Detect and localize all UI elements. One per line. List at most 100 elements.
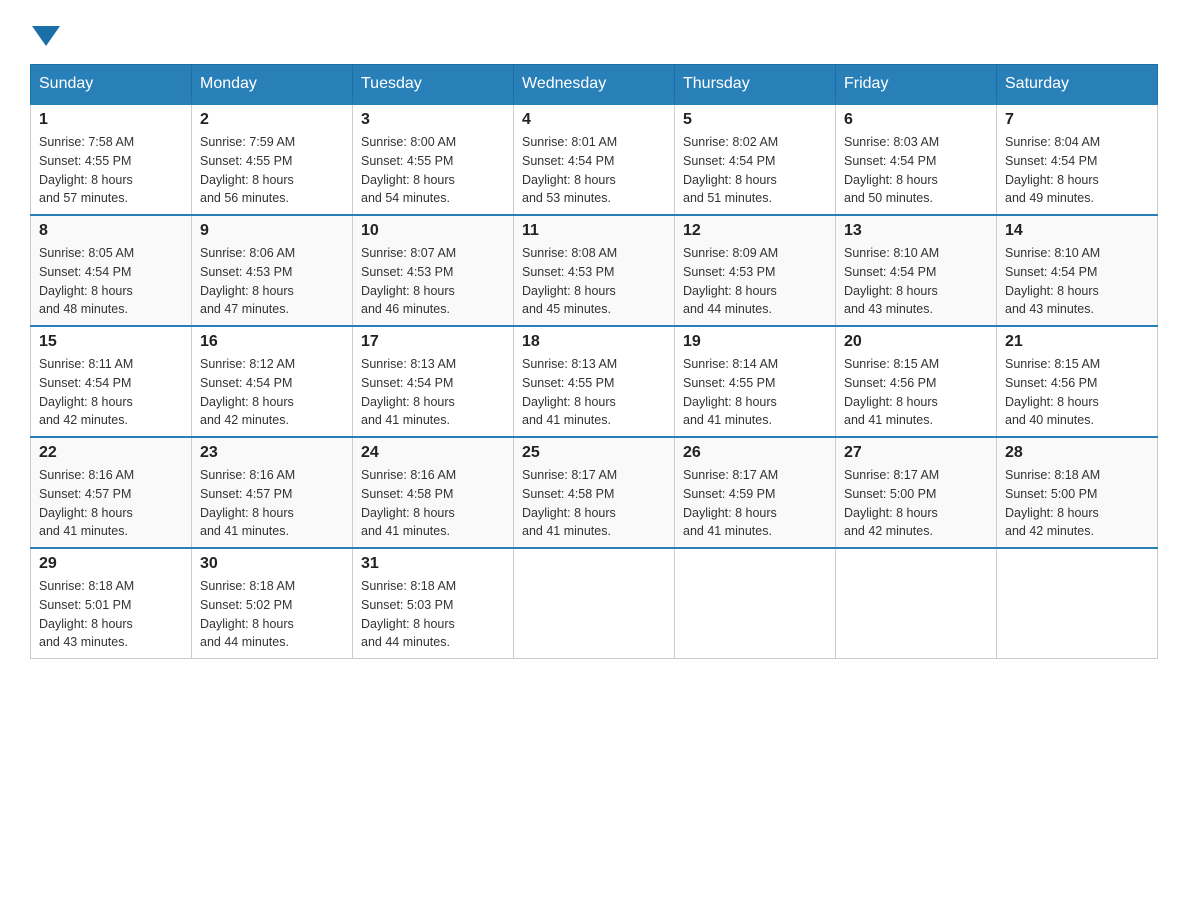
calendar-cell: 31 Sunrise: 8:18 AMSunset: 5:03 PMDaylig… <box>353 548 514 659</box>
day-info: Sunrise: 8:18 AMSunset: 5:01 PMDaylight:… <box>39 579 134 649</box>
page-header <box>30 20 1158 44</box>
calendar-cell: 28 Sunrise: 8:18 AMSunset: 5:00 PMDaylig… <box>997 437 1158 548</box>
day-info: Sunrise: 8:11 AMSunset: 4:54 PMDaylight:… <box>39 357 133 427</box>
day-number: 30 <box>200 555 344 573</box>
calendar-cell: 1 Sunrise: 7:58 AMSunset: 4:55 PMDayligh… <box>31 104 192 215</box>
day-info: Sunrise: 8:15 AMSunset: 4:56 PMDaylight:… <box>844 357 939 427</box>
day-number: 19 <box>683 333 827 351</box>
calendar-cell: 16 Sunrise: 8:12 AMSunset: 4:54 PMDaylig… <box>192 326 353 437</box>
day-header-sunday: Sunday <box>31 65 192 105</box>
day-number: 24 <box>361 444 505 462</box>
calendar-cell: 19 Sunrise: 8:14 AMSunset: 4:55 PMDaylig… <box>675 326 836 437</box>
day-number: 4 <box>522 111 666 129</box>
week-row-4: 22 Sunrise: 8:16 AMSunset: 4:57 PMDaylig… <box>31 437 1158 548</box>
day-number: 31 <box>361 555 505 573</box>
day-number: 18 <box>522 333 666 351</box>
day-header-wednesday: Wednesday <box>514 65 675 105</box>
week-row-1: 1 Sunrise: 7:58 AMSunset: 4:55 PMDayligh… <box>31 104 1158 215</box>
day-number: 13 <box>844 222 988 240</box>
day-number: 8 <box>39 222 183 240</box>
day-number: 27 <box>844 444 988 462</box>
calendar-cell: 30 Sunrise: 8:18 AMSunset: 5:02 PMDaylig… <box>192 548 353 659</box>
day-info: Sunrise: 8:03 AMSunset: 4:54 PMDaylight:… <box>844 135 939 205</box>
calendar-cell: 17 Sunrise: 8:13 AMSunset: 4:54 PMDaylig… <box>353 326 514 437</box>
week-row-2: 8 Sunrise: 8:05 AMSunset: 4:54 PMDayligh… <box>31 215 1158 326</box>
day-info: Sunrise: 8:02 AMSunset: 4:54 PMDaylight:… <box>683 135 778 205</box>
day-info: Sunrise: 8:04 AMSunset: 4:54 PMDaylight:… <box>1005 135 1100 205</box>
day-number: 2 <box>200 111 344 129</box>
day-number: 14 <box>1005 222 1149 240</box>
day-number: 26 <box>683 444 827 462</box>
day-number: 12 <box>683 222 827 240</box>
day-number: 7 <box>1005 111 1149 129</box>
calendar-cell: 22 Sunrise: 8:16 AMSunset: 4:57 PMDaylig… <box>31 437 192 548</box>
calendar-cell: 23 Sunrise: 8:16 AMSunset: 4:57 PMDaylig… <box>192 437 353 548</box>
calendar-cell <box>514 548 675 659</box>
day-number: 11 <box>522 222 666 240</box>
calendar-cell <box>675 548 836 659</box>
day-number: 16 <box>200 333 344 351</box>
day-header-friday: Friday <box>836 65 997 105</box>
day-info: Sunrise: 8:09 AMSunset: 4:53 PMDaylight:… <box>683 246 778 316</box>
day-info: Sunrise: 8:17 AMSunset: 4:58 PMDaylight:… <box>522 468 617 538</box>
calendar-cell: 11 Sunrise: 8:08 AMSunset: 4:53 PMDaylig… <box>514 215 675 326</box>
day-header-tuesday: Tuesday <box>353 65 514 105</box>
day-info: Sunrise: 8:13 AMSunset: 4:54 PMDaylight:… <box>361 357 456 427</box>
day-info: Sunrise: 8:16 AMSunset: 4:57 PMDaylight:… <box>39 468 134 538</box>
calendar-cell: 13 Sunrise: 8:10 AMSunset: 4:54 PMDaylig… <box>836 215 997 326</box>
day-info: Sunrise: 8:18 AMSunset: 5:00 PMDaylight:… <box>1005 468 1100 538</box>
day-info: Sunrise: 8:08 AMSunset: 4:53 PMDaylight:… <box>522 246 617 316</box>
week-row-5: 29 Sunrise: 8:18 AMSunset: 5:01 PMDaylig… <box>31 548 1158 659</box>
day-number: 15 <box>39 333 183 351</box>
calendar-cell: 25 Sunrise: 8:17 AMSunset: 4:58 PMDaylig… <box>514 437 675 548</box>
day-header-monday: Monday <box>192 65 353 105</box>
calendar-cell: 5 Sunrise: 8:02 AMSunset: 4:54 PMDayligh… <box>675 104 836 215</box>
calendar-cell: 12 Sunrise: 8:09 AMSunset: 4:53 PMDaylig… <box>675 215 836 326</box>
day-number: 3 <box>361 111 505 129</box>
day-number: 5 <box>683 111 827 129</box>
calendar-cell: 20 Sunrise: 8:15 AMSunset: 4:56 PMDaylig… <box>836 326 997 437</box>
calendar-table: SundayMondayTuesdayWednesdayThursdayFrid… <box>30 64 1158 659</box>
day-info: Sunrise: 8:18 AMSunset: 5:02 PMDaylight:… <box>200 579 295 649</box>
day-info: Sunrise: 8:15 AMSunset: 4:56 PMDaylight:… <box>1005 357 1100 427</box>
calendar-cell: 15 Sunrise: 8:11 AMSunset: 4:54 PMDaylig… <box>31 326 192 437</box>
day-header-saturday: Saturday <box>997 65 1158 105</box>
calendar-cell: 18 Sunrise: 8:13 AMSunset: 4:55 PMDaylig… <box>514 326 675 437</box>
day-info: Sunrise: 8:16 AMSunset: 4:57 PMDaylight:… <box>200 468 295 538</box>
day-info: Sunrise: 8:05 AMSunset: 4:54 PMDaylight:… <box>39 246 134 316</box>
calendar-cell: 27 Sunrise: 8:17 AMSunset: 5:00 PMDaylig… <box>836 437 997 548</box>
day-number: 9 <box>200 222 344 240</box>
day-info: Sunrise: 8:13 AMSunset: 4:55 PMDaylight:… <box>522 357 617 427</box>
calendar-cell: 21 Sunrise: 8:15 AMSunset: 4:56 PMDaylig… <box>997 326 1158 437</box>
day-info: Sunrise: 8:17 AMSunset: 4:59 PMDaylight:… <box>683 468 778 538</box>
day-info: Sunrise: 8:17 AMSunset: 5:00 PMDaylight:… <box>844 468 939 538</box>
day-number: 20 <box>844 333 988 351</box>
calendar-cell: 29 Sunrise: 8:18 AMSunset: 5:01 PMDaylig… <box>31 548 192 659</box>
calendar-cell: 26 Sunrise: 8:17 AMSunset: 4:59 PMDaylig… <box>675 437 836 548</box>
calendar-cell: 9 Sunrise: 8:06 AMSunset: 4:53 PMDayligh… <box>192 215 353 326</box>
logo <box>30 20 60 44</box>
calendar-cell: 4 Sunrise: 8:01 AMSunset: 4:54 PMDayligh… <box>514 104 675 215</box>
day-header-row: SundayMondayTuesdayWednesdayThursdayFrid… <box>31 65 1158 105</box>
calendar-cell: 3 Sunrise: 8:00 AMSunset: 4:55 PMDayligh… <box>353 104 514 215</box>
day-info: Sunrise: 8:16 AMSunset: 4:58 PMDaylight:… <box>361 468 456 538</box>
day-number: 21 <box>1005 333 1149 351</box>
day-header-thursday: Thursday <box>675 65 836 105</box>
calendar-cell: 6 Sunrise: 8:03 AMSunset: 4:54 PMDayligh… <box>836 104 997 215</box>
calendar-cell: 2 Sunrise: 7:59 AMSunset: 4:55 PMDayligh… <box>192 104 353 215</box>
day-number: 28 <box>1005 444 1149 462</box>
day-info: Sunrise: 8:12 AMSunset: 4:54 PMDaylight:… <box>200 357 295 427</box>
day-info: Sunrise: 8:14 AMSunset: 4:55 PMDaylight:… <box>683 357 778 427</box>
day-info: Sunrise: 8:18 AMSunset: 5:03 PMDaylight:… <box>361 579 456 649</box>
calendar-cell: 24 Sunrise: 8:16 AMSunset: 4:58 PMDaylig… <box>353 437 514 548</box>
day-number: 22 <box>39 444 183 462</box>
day-number: 29 <box>39 555 183 573</box>
calendar-cell: 14 Sunrise: 8:10 AMSunset: 4:54 PMDaylig… <box>997 215 1158 326</box>
day-number: 17 <box>361 333 505 351</box>
day-number: 10 <box>361 222 505 240</box>
day-number: 1 <box>39 111 183 129</box>
week-row-3: 15 Sunrise: 8:11 AMSunset: 4:54 PMDaylig… <box>31 326 1158 437</box>
day-number: 23 <box>200 444 344 462</box>
calendar-cell: 10 Sunrise: 8:07 AMSunset: 4:53 PMDaylig… <box>353 215 514 326</box>
day-info: Sunrise: 8:00 AMSunset: 4:55 PMDaylight:… <box>361 135 456 205</box>
